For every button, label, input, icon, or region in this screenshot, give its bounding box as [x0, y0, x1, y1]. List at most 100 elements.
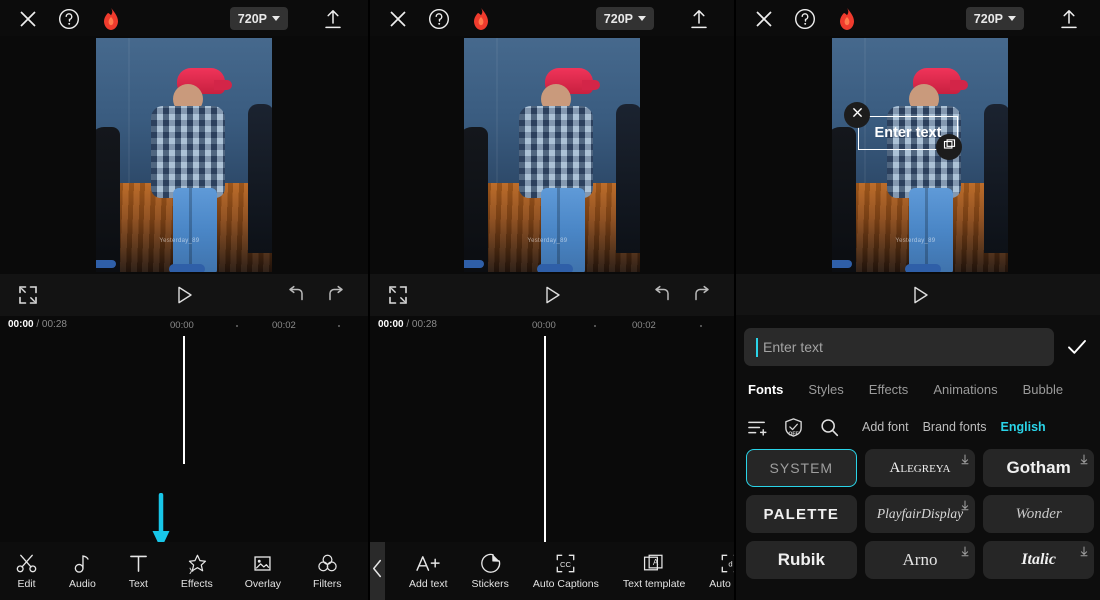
- tab-effects[interactable]: Effects: [869, 382, 909, 397]
- play-icon[interactable]: [173, 284, 195, 306]
- tool-label: Overlay: [244, 578, 281, 590]
- flame-icon[interactable]: [836, 7, 858, 31]
- tool-auto-captions[interactable]: CC Auto Captions: [533, 552, 599, 590]
- playhead[interactable]: [183, 336, 185, 464]
- playhead[interactable]: [544, 336, 546, 546]
- tool-add-text[interactable]: Add text: [409, 552, 448, 590]
- font-option-system[interactable]: SYSTEM: [746, 449, 857, 487]
- help-circle-icon[interactable]: [428, 8, 450, 30]
- font-grid: SYSTEM Alegreya Gotham PALETTE PlayfairD…: [746, 449, 1094, 579]
- font-option-playfairdisplay[interactable]: PlayfairDisplay: [864, 495, 976, 533]
- language-selector[interactable]: English: [1001, 420, 1046, 434]
- tab-fonts[interactable]: Fonts: [748, 382, 783, 397]
- chevron-left-icon: [370, 558, 385, 584]
- time-separator: /: [33, 319, 42, 330]
- sticker-icon: [480, 552, 501, 574]
- tool-label: Audio: [69, 578, 96, 590]
- video-preview[interactable]: Yesterday_89 Enter text: [736, 36, 1100, 274]
- tool-filters[interactable]: Filters: [313, 552, 342, 590]
- timeline[interactable]: 00:00 / 00:28 00:00 00:02 Mute clip audi…: [0, 316, 368, 538]
- tab-styles[interactable]: Styles: [808, 382, 843, 397]
- player-controls: [736, 274, 1100, 316]
- download-icon[interactable]: [960, 544, 970, 557]
- upload-icon[interactable]: [322, 8, 344, 30]
- download-icon[interactable]: [1079, 452, 1089, 465]
- font-option-rubik[interactable]: Rubik: [746, 541, 857, 579]
- text-input[interactable]: Enter text: [744, 328, 1054, 366]
- undo-icon[interactable]: [652, 285, 672, 305]
- video-frame: Yesterday_89: [96, 38, 272, 272]
- font-name: Rubik: [777, 550, 825, 569]
- resolution-label: 720P: [973, 11, 1003, 26]
- add-font-link[interactable]: Add font: [862, 420, 909, 434]
- copy-icon: [943, 138, 956, 156]
- font-option-arno[interactable]: Arno: [864, 541, 976, 579]
- captions-icon: CC: [555, 552, 576, 574]
- confirm-button[interactable]: [1064, 334, 1090, 360]
- tool-overlay[interactable]: Overlay: [245, 552, 281, 590]
- font-name: Italic: [1021, 551, 1056, 568]
- back-button[interactable]: [370, 542, 385, 600]
- tab-animations[interactable]: Animations: [933, 382, 997, 397]
- video-bystander-left: [96, 126, 120, 272]
- close-icon[interactable]: [388, 9, 408, 29]
- font-name: Arno: [902, 550, 938, 569]
- flame-icon[interactable]: [100, 7, 122, 31]
- video-bystander-right: [248, 103, 272, 254]
- flame-icon[interactable]: [470, 7, 492, 31]
- tool-effects[interactable]: Effects: [181, 552, 213, 590]
- shield-off-icon[interactable]: OFF: [782, 416, 804, 438]
- font-option-wonder[interactable]: Wonder: [983, 495, 1094, 533]
- main-toolbar: Edit Audio Text Effects Overlay Filters: [0, 542, 368, 600]
- tool-text[interactable]: Text: [128, 552, 149, 590]
- duplicate-text-handle[interactable]: [936, 134, 962, 160]
- auto-lyrics-icon: d: [720, 552, 734, 574]
- resolution-selector[interactable]: 720P: [229, 7, 288, 30]
- tool-text-template[interactable]: A Text template: [623, 552, 685, 590]
- text-t-icon: [128, 552, 149, 574]
- font-option-palette[interactable]: PALETTE: [746, 495, 857, 533]
- tool-auto-lyric[interactable]: d Auto lyric: [709, 552, 734, 590]
- video-preview[interactable]: Yesterday_89: [0, 36, 368, 274]
- font-name: PlayfairDisplay: [876, 506, 964, 521]
- upload-icon[interactable]: [1058, 8, 1080, 30]
- timeline[interactable]: 00:00 / 00:28 00:00 00:02 Mute clip audi…: [370, 316, 734, 546]
- play-icon[interactable]: [541, 284, 563, 306]
- tool-stickers[interactable]: Stickers: [472, 552, 509, 590]
- text-cursor: [756, 337, 758, 357]
- font-option-alegreya[interactable]: Alegreya: [864, 449, 976, 487]
- tool-edit[interactable]: Edit: [16, 552, 37, 590]
- close-icon[interactable]: [754, 9, 774, 29]
- undo-icon[interactable]: [286, 285, 306, 305]
- help-circle-icon[interactable]: [58, 8, 80, 30]
- help-circle-icon[interactable]: [794, 8, 816, 30]
- upload-icon[interactable]: [688, 8, 710, 30]
- expand-icon[interactable]: [18, 285, 38, 305]
- text-editor-tabs: Fonts Styles Effects Animations Bubble: [736, 373, 1100, 405]
- download-icon[interactable]: [960, 498, 970, 511]
- close-icon[interactable]: [18, 9, 38, 29]
- ruler-tick-1: 00:02: [272, 320, 296, 331]
- download-icon[interactable]: [1079, 544, 1089, 557]
- font-name: SYSTEM: [769, 460, 834, 476]
- ruler-tick-0: 00:00: [532, 320, 556, 331]
- delete-text-handle[interactable]: [844, 102, 870, 128]
- font-option-italic[interactable]: Italic: [983, 541, 1094, 579]
- video-preview[interactable]: Yesterday_89: [370, 36, 734, 274]
- search-icon[interactable]: [818, 416, 840, 438]
- tool-audio[interactable]: Audio: [69, 552, 96, 590]
- tab-bubble[interactable]: Bubble: [1023, 382, 1063, 397]
- sort-lines-icon[interactable]: [746, 416, 768, 438]
- resolution-selector[interactable]: 720P: [595, 7, 654, 30]
- font-option-gotham[interactable]: Gotham: [983, 449, 1094, 487]
- resolution-selector[interactable]: 720P: [965, 7, 1024, 30]
- text-input-row: Enter text: [736, 327, 1100, 367]
- download-icon[interactable]: [960, 452, 970, 465]
- redo-icon[interactable]: [692, 285, 712, 305]
- ruler-tick-0: 00:00: [170, 320, 194, 331]
- brand-fonts-link[interactable]: Brand fonts: [923, 420, 987, 434]
- tool-label: Text template: [622, 578, 686, 590]
- play-icon[interactable]: [909, 284, 931, 306]
- redo-icon[interactable]: [326, 285, 346, 305]
- expand-icon[interactable]: [388, 285, 408, 305]
